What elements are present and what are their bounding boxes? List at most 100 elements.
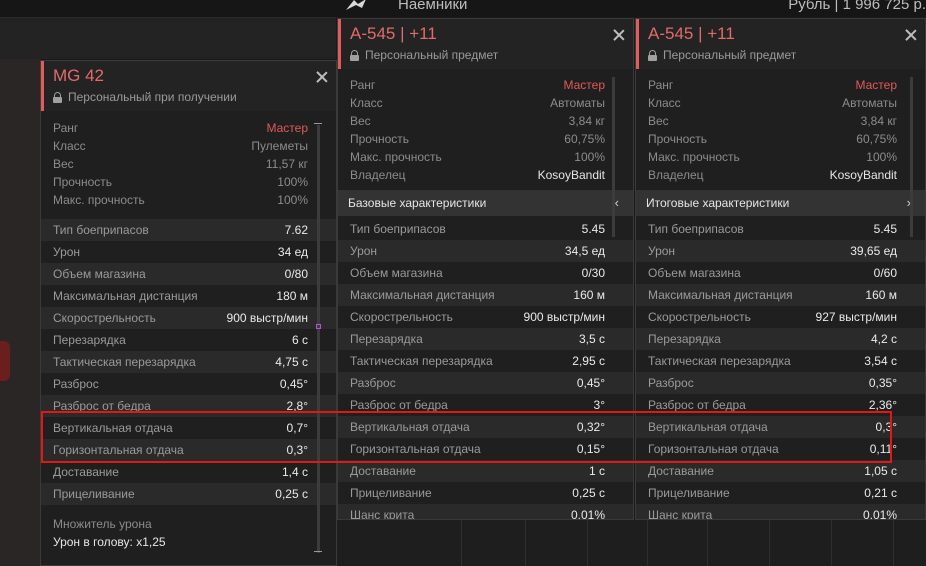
stat-label: Класс [350, 96, 383, 110]
info-row: Ранг Мастер [338, 76, 633, 94]
info-row: Макс. прочность 100% [41, 191, 336, 209]
stat-label: Макс. прочность [350, 150, 442, 164]
stat-row: Тактическая перезарядка 3,54 с [636, 350, 925, 372]
stat-row: Разброс от бедра 3° [338, 394, 633, 416]
stat-label: Тактическая перезарядка [350, 354, 493, 368]
stat-label: Разброс [648, 376, 694, 390]
stat-row: Перезарядка 6 с [41, 329, 336, 351]
stat-label: Объем магазина [648, 266, 741, 280]
stat-row: Максимальная дистанция 160 м [338, 284, 633, 306]
stat-label: Горизонтальная отдача [648, 442, 779, 456]
stat-row: Прицеливание 0,25 с [41, 483, 336, 505]
background-scene [0, 59, 40, 566]
stat-row: Тактическая перезарядка 2,95 с [338, 350, 633, 372]
scrollbar[interactable] [612, 77, 615, 237]
stat-row: Тип боеприпасов 7.62 [41, 219, 336, 241]
tooltip-body: Ранг Мастер Класс Пулеметы Вес 11,57 кг Прочно… [41, 119, 336, 565]
close-icon[interactable] [905, 29, 917, 41]
info-row: Владелец KosoyBandit [636, 166, 925, 184]
stat-row: Вертикальная отдача 0,32° [338, 416, 633, 438]
stat-row: Разброс 0,45° [41, 373, 336, 395]
currency-balance: Рубль | 1 996 725 р. [788, 0, 926, 13]
stat-row: Тип боеприпасов 5.45 [636, 218, 925, 240]
stat-label: Тактическая перезарядка [53, 355, 196, 369]
stat-label: Прочность [53, 175, 113, 189]
stat-label: Ранг [648, 78, 674, 92]
stat-row: Разброс 0,45° [338, 372, 633, 394]
stat-label: Владелец [648, 168, 704, 182]
stat-row: Объем магазина 0/30 [338, 262, 633, 284]
info-row: Вес 3,84 кг [338, 112, 633, 130]
tooltip-body: Ранг Мастер Класс Автоматы Вес 3,84 кг Прочнос… [338, 76, 633, 519]
stat-value: 2,36° [868, 398, 897, 412]
stat-label: Горизонтальная отдача [350, 442, 481, 456]
stat-value: 900 выстр/мин [523, 310, 605, 324]
section-base-stats[interactable]: Базовые характеристики ‹ [338, 190, 633, 216]
stat-row: Шанс крита 0,01% [338, 504, 633, 519]
stat-row: Вертикальная отдача 0,3° [636, 416, 925, 438]
stat-row: Объем магазина 0/80 [41, 263, 336, 285]
close-icon[interactable] [613, 29, 625, 41]
scrollbar[interactable] [317, 125, 320, 553]
stat-label: Шанс крита [350, 508, 415, 519]
stat-row: Скорострельность 900 выстр/мин [338, 306, 633, 328]
stat-label: Вертикальная отдача [350, 420, 470, 434]
stat-label: Прицеливание [648, 486, 730, 500]
stat-label: Разброс [53, 377, 99, 391]
info-row: Макс. прочность 100% [338, 148, 633, 166]
scrollbar[interactable] [910, 77, 913, 237]
stat-label: Разброс от бедра [350, 398, 448, 412]
close-icon[interactable] [316, 71, 328, 83]
item-title: A-545 | +11 [350, 24, 437, 43]
stat-row: Максимальная дистанция 180 м [41, 285, 336, 307]
stat-value: 100% [277, 175, 308, 189]
stat-label: Урон [648, 244, 676, 258]
stat-value: 0,45° [576, 376, 605, 390]
stat-label: Прицеливание [53, 487, 135, 501]
item-title: A-545 | +11 [648, 24, 735, 43]
tooltip-mg42: MG 42 Персональный при получении Ранг Мас… [40, 60, 337, 566]
stat-label: Тип боеприпасов [648, 222, 744, 236]
stat-value: 0,3° [875, 420, 897, 434]
stat-value: 0,25 с [275, 487, 308, 501]
stat-label: Ранг [350, 78, 376, 92]
chevron-left-icon[interactable]: ‹ [615, 190, 619, 216]
stat-row: Шанс крита 0,01% [636, 504, 925, 519]
info-row: Класс Автоматы [636, 94, 925, 112]
stat-value: 1 с [588, 464, 605, 478]
stat-value: 0,01% [570, 508, 605, 519]
scroll-thumb[interactable] [316, 324, 321, 329]
stat-value: 34,5 ед [564, 244, 605, 258]
stat-label: Скорострельность [350, 310, 453, 324]
nav-mercenaries[interactable]: Наемники [398, 0, 467, 13]
stat-label: Макс. прочность [53, 193, 145, 207]
damage-multiplier-label: Множитель урона [53, 517, 152, 531]
stat-row: Горизонтальная отдача 0,15° [338, 438, 633, 460]
stat-value: 0/30 [581, 266, 605, 280]
stat-value: 0,21 с [864, 486, 897, 500]
stat-row: Разброс от бедра 2,36° [636, 394, 925, 416]
stat-label: Тип боеприпасов [350, 222, 446, 236]
stat-value: Автоматы [842, 96, 897, 110]
stat-label: Объем магазина [53, 267, 146, 281]
stat-label: Разброс от бедра [53, 399, 151, 413]
stat-row: Максимальная дистанция 160 м [636, 284, 925, 306]
tooltip-a545-base: A-545 | +11 Персональный предмет Ранг Мас… [337, 18, 634, 520]
section-total-stats[interactable]: Итоговые характеристики › [636, 190, 925, 216]
info-row: Прочность 100% [41, 173, 336, 191]
lock-icon [53, 91, 62, 103]
item-subtitle: Персональный предмет [648, 48, 796, 62]
info-row: Класс Автоматы [338, 94, 633, 112]
info-row: Прочность 60,75% [338, 130, 633, 148]
stat-value: Мастер [563, 78, 605, 92]
stat-label: Перезарядка [53, 333, 126, 347]
stat-value: 160 м [573, 288, 605, 302]
stat-value: 1,05 с [864, 464, 897, 478]
stat-label: Вертикальная отдача [648, 420, 768, 434]
stat-value: 6 с [291, 333, 308, 347]
tooltip-header: A-545 | +11 Персональный предмет [636, 19, 925, 69]
stat-value: 0,01% [862, 508, 897, 519]
stat-label: Максимальная дистанция [53, 289, 198, 303]
stat-label: Максимальная дистанция [350, 288, 495, 302]
stat-value: 0,35° [868, 376, 897, 390]
